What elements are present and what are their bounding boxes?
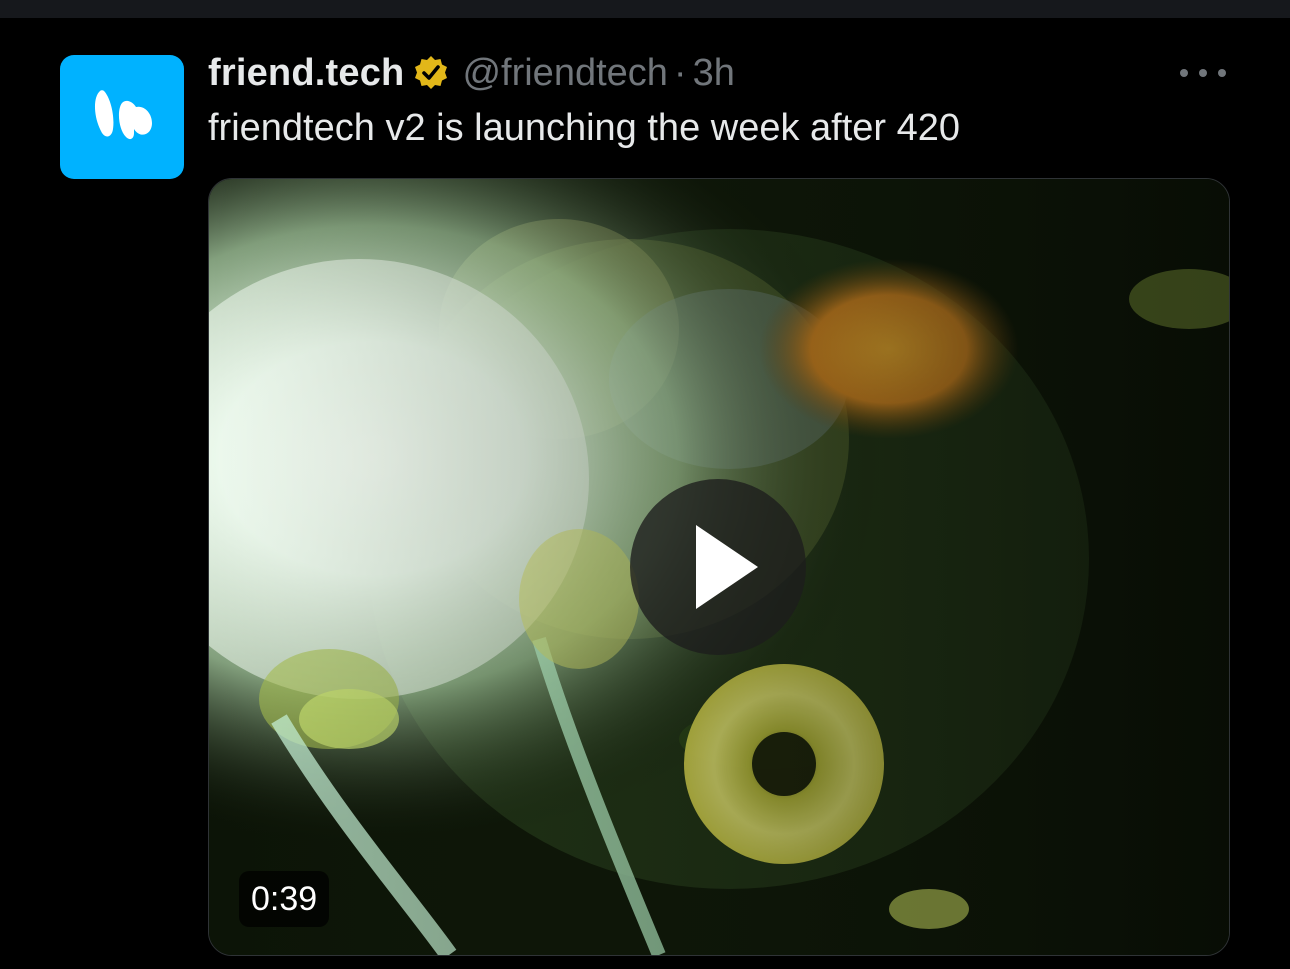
- more-options-icon[interactable]: [1180, 62, 1226, 84]
- verified-badge-icon: [412, 54, 450, 92]
- more-dot: [1180, 69, 1188, 77]
- handle[interactable]: @friendtech: [462, 52, 667, 95]
- top-divider: [0, 0, 1290, 18]
- more-dot: [1218, 69, 1226, 77]
- play-icon: [696, 525, 758, 609]
- separator-dot: ·: [673, 51, 687, 94]
- video-player[interactable]: 0:39: [208, 178, 1230, 956]
- display-name[interactable]: friend.tech: [208, 52, 404, 95]
- timestamp[interactable]: 3h: [693, 52, 735, 95]
- avatar[interactable]: [60, 55, 184, 179]
- tweet[interactable]: friend.tech @friendtech · 3h friendtech …: [0, 18, 1290, 969]
- more-dot: [1199, 69, 1207, 77]
- tweet-header: friend.tech @friendtech · 3h: [208, 48, 735, 98]
- friendtech-logo-icon: [94, 90, 152, 140]
- tweet-text: friendtech v2 is launching the week afte…: [208, 107, 961, 149]
- play-button[interactable]: [630, 479, 806, 655]
- video-duration-badge: 0:39: [239, 871, 330, 927]
